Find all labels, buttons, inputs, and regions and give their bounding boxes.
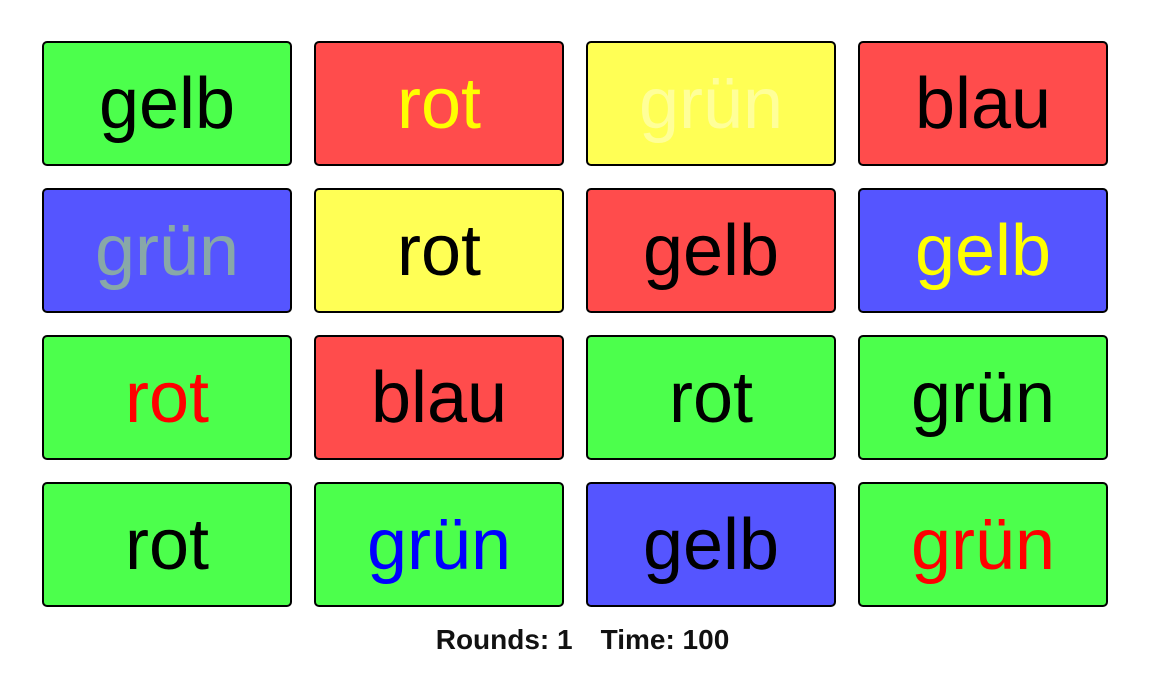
card[interactable]: rot (586, 335, 836, 460)
card[interactable]: gelb (42, 41, 292, 166)
card-word: rot (124, 504, 210, 585)
card[interactable]: gelb (586, 188, 836, 313)
card[interactable]: blau (858, 41, 1108, 166)
card[interactable]: gelb (586, 482, 836, 607)
card[interactable]: rot (314, 41, 564, 166)
card-word: grün (94, 210, 240, 291)
card-word: gelb (642, 504, 780, 585)
card-word: gelb (98, 63, 236, 144)
card[interactable]: rot (42, 482, 292, 607)
card-word: rot (124, 357, 210, 438)
card-word: rot (396, 63, 482, 144)
card-word: gelb (642, 210, 780, 291)
time-counter: Time: 100 (600, 624, 730, 655)
card-word: blau (370, 357, 508, 438)
card[interactable]: grün (858, 335, 1108, 460)
card[interactable]: grün (314, 482, 564, 607)
card[interactable]: grün (858, 482, 1108, 607)
card-word: gelb (914, 210, 1052, 291)
card-word: grün (638, 63, 784, 144)
rounds-counter: Rounds: 1 (435, 624, 573, 655)
card-word: grün (366, 504, 512, 585)
card[interactable]: gelb (858, 188, 1108, 313)
status-bar: Rounds: 1 Time: 100 (0, 624, 1165, 656)
card[interactable]: rot (314, 188, 564, 313)
card-word: grün (910, 357, 1056, 438)
card[interactable]: blau (314, 335, 564, 460)
card-word: blau (914, 63, 1052, 144)
card-word: rot (396, 210, 482, 291)
card[interactable]: rot (42, 335, 292, 460)
card-word: rot (668, 357, 754, 438)
card[interactable]: grün (586, 41, 836, 166)
card[interactable]: grün (42, 188, 292, 313)
card-word: grün (910, 504, 1056, 585)
card-grid: gelb rot grün blau grün rot gelb gelb ro… (42, 41, 1110, 609)
